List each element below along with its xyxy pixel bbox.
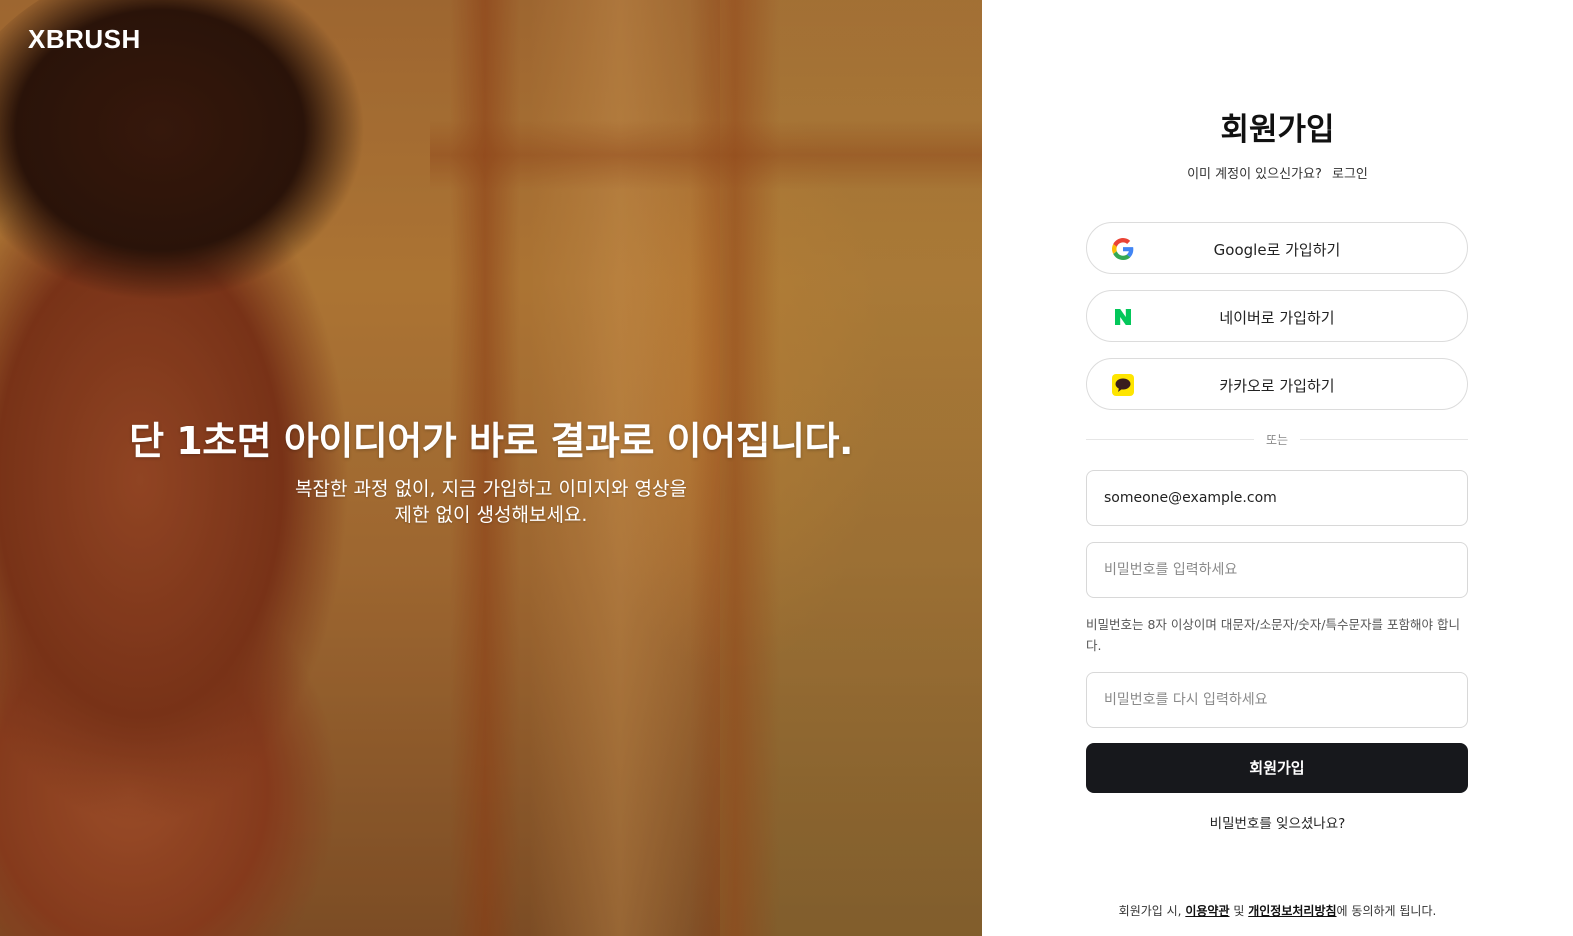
terms-and: 및: [1233, 904, 1245, 918]
password-confirm-field: [1086, 672, 1468, 728]
or-divider: 또는: [1086, 431, 1468, 447]
terms-of-service-link[interactable]: 이용약관: [1185, 904, 1229, 918]
brand-logo[interactable]: XBRUSH: [28, 24, 141, 55]
login-prompt-text: 이미 계정이 있으신가요?: [1187, 167, 1322, 182]
forgot-password-link[interactable]: 비밀번호를 잊으셨나요?: [982, 812, 1573, 832]
terms-notice: 회원가입 시, 이용약관 및 개인정보처리방침에 동의하게 됩니다.: [982, 902, 1573, 919]
google-signup-label: Google로 가입하기: [1213, 241, 1341, 259]
hero-image: XBRUSH 단 1초면 아이디어가 바로 결과로 이어집니다. 복잡한 과정 …: [0, 0, 982, 936]
kakao-signup-label: 카카오로 가입하기: [1219, 377, 1335, 395]
email-input[interactable]: [1087, 471, 1467, 525]
hero-subtitle-line-1: 복잡한 과정 없이, 지금 가입하고 이미지와 영상을: [295, 478, 687, 500]
divider-line-right: [1300, 439, 1468, 440]
signup-panel: 회원가입 이미 계정이 있으신가요? 로그인 Google로 가입하기 네이버로…: [982, 0, 1573, 936]
naver-signup-label: 네이버로 가입하기: [1219, 309, 1335, 327]
terms-prefix: 회원가입 시,: [1118, 904, 1182, 918]
page-title: 회원가입: [1220, 112, 1335, 148]
hero-subtitle: 복잡한 과정 없이, 지금 가입하고 이미지와 영상을 제한 없이 생성해보세요…: [0, 476, 982, 528]
password-input[interactable]: [1087, 543, 1467, 597]
hero-shade: [0, 0, 982, 936]
email-field: [1086, 470, 1468, 526]
password-hint: 비밀번호는 8자 이상이며 대문자/소문자/숫자/특수문자를 포함해야 합니다.: [1086, 617, 1460, 653]
password-confirm-input[interactable]: [1087, 673, 1467, 727]
password-field: [1086, 542, 1468, 598]
login-prompt: 이미 계정이 있으신가요? 로그인: [982, 163, 1573, 182]
login-link[interactable]: 로그인: [1332, 167, 1368, 182]
privacy-policy-link[interactable]: 개인정보처리방침: [1248, 904, 1336, 918]
google-signup-button[interactable]: Google로 가입하기: [1086, 222, 1468, 274]
hero-subtitle-line-2: 제한 없이 생성해보세요.: [394, 504, 588, 526]
kakao-signup-button[interactable]: 카카오로 가입하기: [1086, 358, 1468, 410]
terms-suffix: 에 동의하게 됩니다.: [1336, 904, 1437, 918]
hero-title: 단 1초면 아이디어가 바로 결과로 이어집니다.: [129, 419, 853, 463]
naver-signup-button[interactable]: 네이버로 가입하기: [1086, 290, 1468, 342]
signup-submit-button[interactable]: 회원가입: [1086, 743, 1468, 793]
